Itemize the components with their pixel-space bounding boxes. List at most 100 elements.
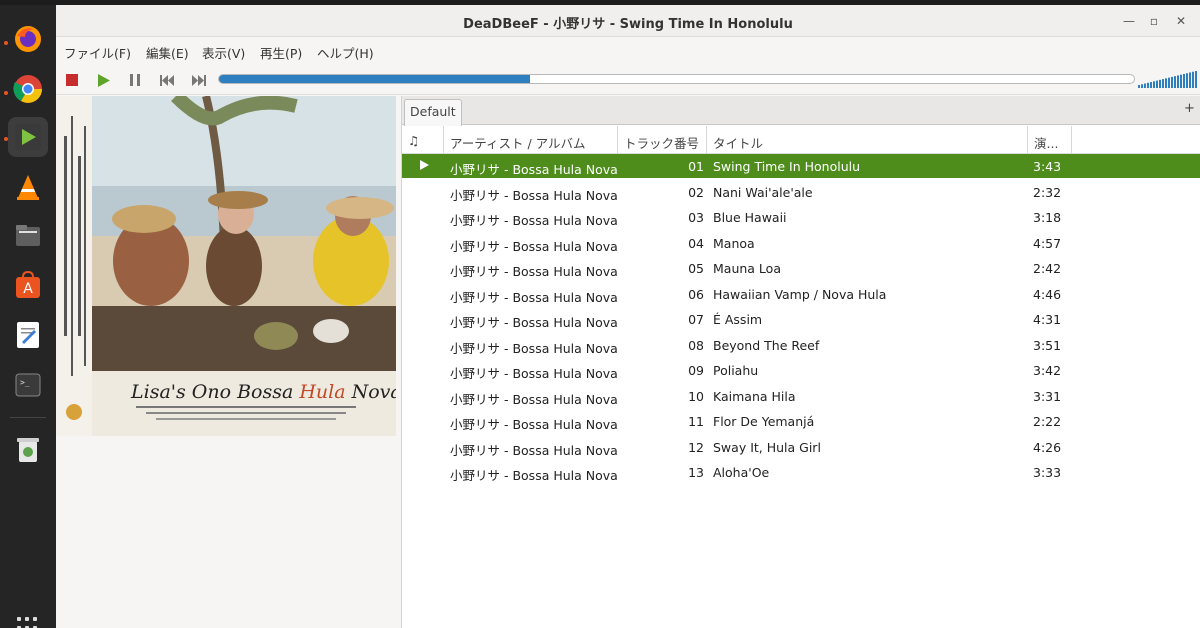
menu-help[interactable]: ヘルプ(H) <box>317 43 374 62</box>
menu-view[interactable]: 表示(V) <box>202 43 245 62</box>
volume-segment <box>1189 72 1191 88</box>
deadbeef-window: DeaDBeeF - 小野リサ - Swing Time In Honolulu… <box>56 5 1200 628</box>
track-duration: 3:18 <box>1033 210 1062 225</box>
pause-button[interactable] <box>126 71 144 89</box>
track-number: 11 <box>688 414 704 429</box>
track-duration: 3:33 <box>1033 465 1062 480</box>
title-bar[interactable]: DeaDBeeF - 小野リサ - Swing Time In Honolulu… <box>56 5 1200 37</box>
volume-segment <box>1174 76 1176 88</box>
track-artist-album: 小野リサ - Bossa Hula Nova <box>450 468 618 483</box>
software-center-icon[interactable]: A <box>8 265 48 305</box>
table-row[interactable]: 小野リサ - Bossa Hula Nova 09 Poliahu 3:42 <box>402 358 1200 382</box>
track-number: 05 <box>688 261 704 276</box>
track-number: 10 <box>688 388 704 404</box>
menu-edit[interactable]: 編集(E) <box>146 43 189 62</box>
deadbeef-icon[interactable] <box>8 117 48 157</box>
column-title[interactable]: タイトル <box>707 126 1028 154</box>
files-icon[interactable] <box>8 215 48 255</box>
tab-default[interactable]: Default <box>404 99 462 126</box>
table-row[interactable]: 小野リサ - Bossa Hula Nova 02 Nani Wai'ale'ale… <box>402 180 1200 204</box>
playlist-tab-bar: Default + <box>402 96 1200 126</box>
table-row[interactable]: 小野リサ - Bossa Hula Nova 01 Swing Time In Ho… <box>402 154 1200 178</box>
dock-separator <box>10 417 46 418</box>
track-artist-album: 小野リサ - Bossa Hula Nova <box>450 315 618 330</box>
track-number: 08 <box>688 337 704 353</box>
track-title: Mauna Loa <box>713 261 781 276</box>
track-number: 03 <box>688 210 704 225</box>
volume-segment <box>1183 73 1185 88</box>
track-artist-album: 小野リサ - Bossa Hula Nova <box>450 162 618 177</box>
track-duration: 3:42 <box>1033 363 1062 378</box>
menu-file[interactable]: ファイル(F) <box>64 43 131 62</box>
close-button[interactable]: ✕ <box>1173 13 1189 29</box>
seek-progress <box>219 75 531 83</box>
play-button[interactable] <box>94 71 112 89</box>
stop-button[interactable] <box>63 71 81 89</box>
app-grid-icon[interactable] <box>17 617 39 628</box>
window-title: DeaDBeeF - 小野リサ - Swing Time In Honolulu <box>463 17 793 32</box>
track-number: 06 <box>688 286 704 302</box>
volume-segment <box>1168 77 1170 88</box>
add-tab-button[interactable]: + <box>1184 101 1195 116</box>
track-duration: 2:32 <box>1033 184 1062 200</box>
table-row[interactable]: 小野リサ - Bossa Hula Nova 04 Manoa 4:57 <box>402 231 1200 255</box>
track-title: Manoa <box>713 235 755 251</box>
volume-bar[interactable] <box>1138 70 1198 88</box>
table-row[interactable]: 小野リサ - Bossa Hula Nova 03 Blue Hawaii 3:18 <box>402 205 1200 229</box>
track-duration: 4:46 <box>1033 286 1062 302</box>
firefox-icon[interactable] <box>8 19 48 59</box>
track-title: Hawaiian Vamp / Nova Hula <box>713 286 887 302</box>
table-row[interactable]: 小野リサ - Bossa Hula Nova 13 Aloha'Oe 3:33 <box>402 460 1200 484</box>
trash-icon[interactable] <box>8 429 48 469</box>
track-artist-album: 小野リサ - Bossa Hula Nova <box>450 213 618 228</box>
menu-bar: ファイル(F) 編集(E) 表示(V) 再生(P) ヘルプ(H) <box>56 38 1200 64</box>
column-track-number[interactable]: トラック番号 <box>618 126 707 154</box>
track-artist-album: 小野リサ - Bossa Hula Nova <box>450 417 618 432</box>
svg-text:>_: >_ <box>20 378 30 387</box>
svg-text:A: A <box>23 281 33 297</box>
track-number: 02 <box>688 184 704 200</box>
table-row[interactable]: 小野リサ - Bossa Hula Nova 11 Flor De Yemanjá 2… <box>402 409 1200 433</box>
chrome-icon[interactable] <box>8 69 48 109</box>
track-artist-album: 小野リサ - Bossa Hula Nova <box>450 264 618 279</box>
volume-segment <box>1177 75 1179 88</box>
volume-segment <box>1180 74 1182 88</box>
track-title: Poliahu <box>713 363 759 378</box>
track-duration: 4:26 <box>1033 439 1062 455</box>
track-duration: 2:42 <box>1033 261 1062 276</box>
playlist-panel: Default + ♫ アーティスト / アルバム トラック番号 タイトル 演.… <box>401 96 1200 628</box>
volume-segment <box>1171 76 1173 88</box>
column-duration[interactable]: 演... <box>1028 126 1072 154</box>
table-row[interactable]: 小野リサ - Bossa Hula Nova 10 Kaimana Hila 3:31 <box>402 384 1200 408</box>
toolbar <box>56 65 1200 95</box>
previous-button[interactable] <box>158 71 176 89</box>
column-playing[interactable]: ♫ <box>402 126 444 154</box>
track-artist-album: 小野リサ - Bossa Hula Nova <box>450 340 618 356</box>
vlc-icon[interactable] <box>8 167 48 207</box>
column-artist-album[interactable]: アーティスト / アルバム <box>444 126 618 154</box>
seek-bar[interactable] <box>218 74 1135 84</box>
track-number: 01 <box>688 159 704 174</box>
volume-segment <box>1195 71 1197 88</box>
table-row[interactable]: 小野リサ - Bossa Hula Nova 12 Sway It, Hula Gi… <box>402 435 1200 459</box>
dock: A >_ <box>0 5 56 628</box>
menu-playback[interactable]: 再生(P) <box>260 43 302 62</box>
table-row[interactable]: 小野リサ - Bossa Hula Nova 05 Mauna Loa 2:42 <box>402 256 1200 280</box>
table-row[interactable]: 小野リサ - Bossa Hula Nova 07 É Assim 4:31 <box>402 307 1200 331</box>
minimize-button[interactable]: — <box>1121 13 1137 29</box>
volume-segment <box>1156 80 1158 88</box>
next-button[interactable] <box>190 71 208 89</box>
volume-segment <box>1138 85 1140 88</box>
track-artist-album: 小野リサ - Bossa Hula Nova <box>450 391 618 407</box>
now-playing-icon <box>419 158 429 173</box>
maximize-button[interactable]: ▫ <box>1146 13 1162 29</box>
terminal-icon[interactable]: >_ <box>8 365 48 405</box>
track-artist-album: 小野リサ - Bossa Hula Nova <box>450 187 618 203</box>
table-row[interactable]: 小野リサ - Bossa Hula Nova 08 Beyond The Reef 3… <box>402 333 1200 357</box>
table-row[interactable]: 小野リサ - Bossa Hula Nova 06 Hawaiian Vamp / … <box>402 282 1200 306</box>
track-duration: 3:31 <box>1033 388 1062 404</box>
track-title: Nani Wai'ale'ale <box>713 184 813 200</box>
text-editor-icon[interactable] <box>8 315 48 355</box>
track-number: 13 <box>688 465 704 480</box>
track-title: Beyond The Reef <box>713 337 820 353</box>
